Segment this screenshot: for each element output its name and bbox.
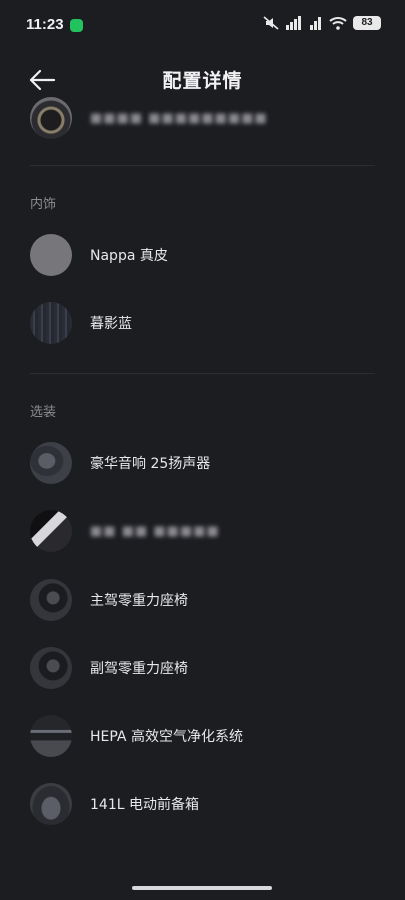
status-icons: 83 (263, 16, 381, 30)
list-item[interactable]: ■■ ■■ ■■■■■ (30, 509, 375, 553)
list-item-label: HEPA 高效空气净化系统 (90, 729, 243, 745)
steering-wheel-thumbnail (30, 97, 72, 139)
divider (30, 373, 375, 374)
list-item-label: 豪华音响 25扬声器 (90, 456, 211, 472)
speaker-thumbnail (30, 442, 72, 484)
leather-swatch-thumbnail (30, 234, 72, 276)
signal-icon (310, 17, 321, 30)
list-item-label: 暮影蓝 (90, 316, 132, 332)
status-time: 11:23 (26, 16, 64, 33)
battery-icon: 83 (353, 16, 381, 30)
list-item-label: ■■ ■■ ■■■■■ (90, 523, 220, 539)
list-item[interactable]: ■■■■ ■■■■■■■■■ (30, 96, 375, 140)
air-filter-thumbnail (30, 715, 72, 757)
list-item[interactable]: 豪华音响 25扬声器 (30, 441, 375, 485)
list-item[interactable]: Nappa 真皮 (30, 233, 375, 277)
list-item[interactable]: 暮影蓝 (30, 301, 375, 345)
wechat-icon (70, 19, 83, 32)
list-item-label: 副驾零重力座椅 (90, 661, 188, 677)
list-item-label: ■■■■ ■■■■■■■■■ (90, 110, 268, 126)
wifi-icon (329, 17, 347, 30)
signal-4g-icon (286, 16, 301, 30)
list-item[interactable]: 主驾零重力座椅 (30, 578, 375, 622)
passenger-seat-thumbnail (30, 647, 72, 689)
home-indicator[interactable] (132, 886, 272, 890)
list-item-label: Nappa 真皮 (90, 248, 168, 264)
section-title-options: 选装 (30, 405, 57, 420)
section-title-interior: 内饰 (30, 197, 57, 212)
divider (30, 165, 375, 166)
list-item[interactable]: 副驾零重力座椅 (30, 646, 375, 690)
mute-icon (263, 16, 279, 30)
list-item[interactable]: 141L 电动前备箱 (30, 782, 375, 826)
status-bar: 11:23 83 (0, 0, 405, 52)
screen-thumbnail (30, 510, 72, 552)
list-item-label: 主驾零重力座椅 (90, 593, 188, 609)
page-title: 配置详情 (162, 70, 243, 92)
list-item[interactable]: HEPA 高效空气净化系统 (30, 714, 375, 758)
list-item-label: 141L 电动前备箱 (90, 797, 199, 813)
fabric-swatch-thumbnail (30, 302, 72, 344)
front-trunk-thumbnail (30, 783, 72, 825)
driver-seat-thumbnail (30, 579, 72, 621)
